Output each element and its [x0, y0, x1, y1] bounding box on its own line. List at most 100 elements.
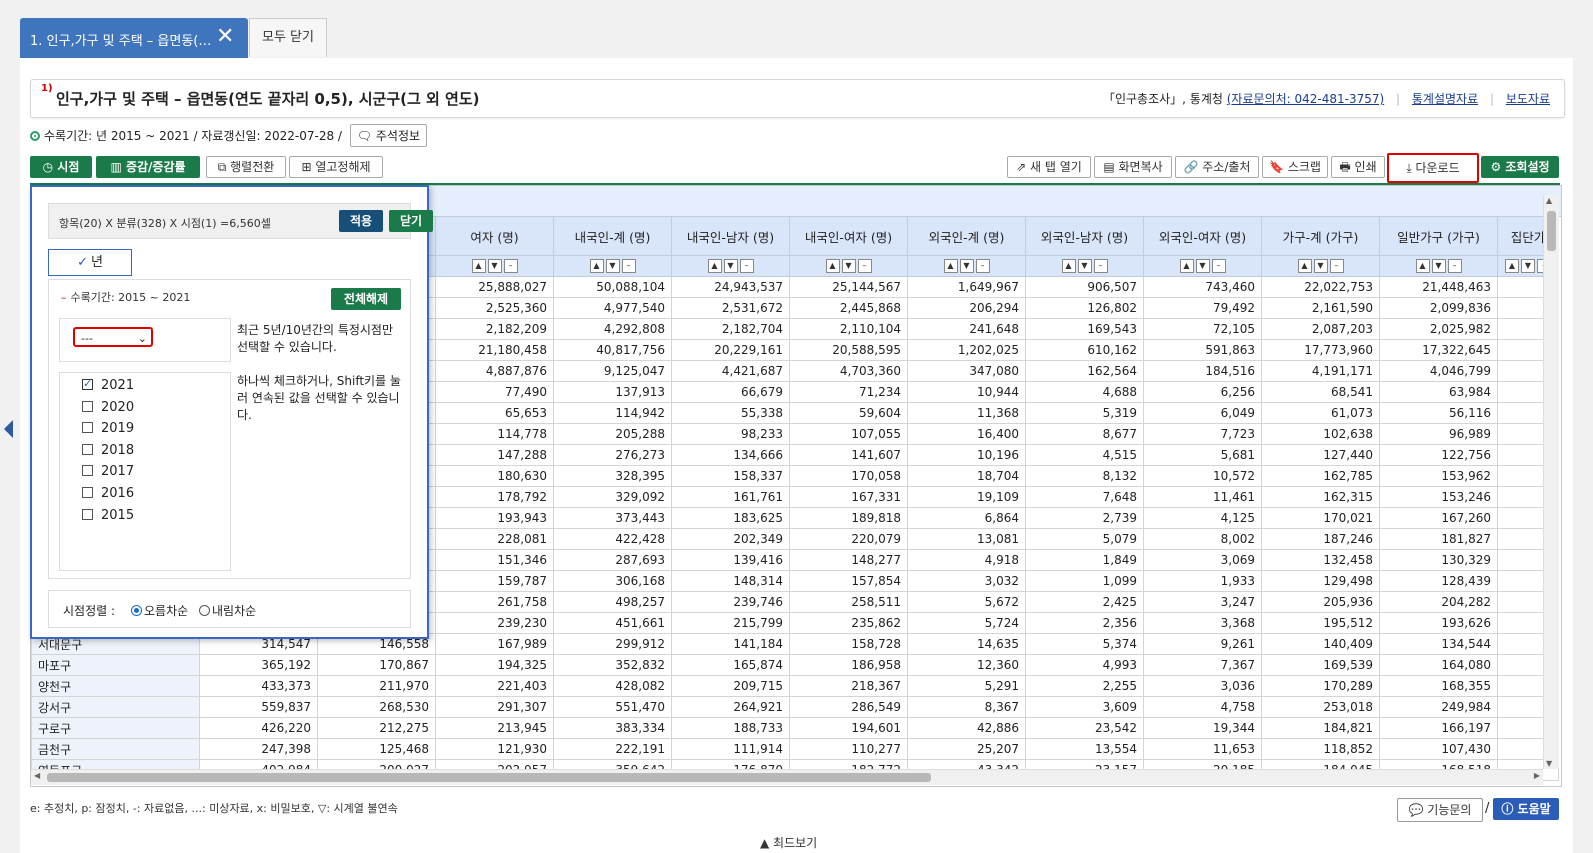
- sort-descending-option[interactable]: 내림차순: [199, 602, 256, 619]
- note-button[interactable]: 🗨 주석정보: [349, 124, 428, 147]
- scroll-right-icon[interactable]: ▶: [1534, 771, 1540, 780]
- sort-desc-icon[interactable]: ▼: [1313, 259, 1328, 274]
- scroll-up-icon[interactable]: ▲: [1546, 196, 1552, 205]
- filter-icon[interactable]: –: [1093, 259, 1108, 274]
- filter-icon[interactable]: –: [621, 259, 636, 274]
- table-cell: 228,081: [435, 528, 554, 550]
- table-row: 강서구 559,837 268,530 291,307 551,470 264,921 28…: [31, 696, 1559, 718]
- sort-asc-icon[interactable]: ▲: [825, 259, 840, 274]
- filter-icon[interactable]: –: [739, 259, 754, 274]
- time-button[interactable]: ◷ 시점: [30, 156, 92, 178]
- radio-icon[interactable]: [199, 605, 210, 616]
- filter-icon[interactable]: –: [503, 259, 518, 274]
- horizontal-scrollbar[interactable]: ◀ ▶: [31, 769, 1543, 785]
- sort-controls: ▲▼–: [1379, 255, 1498, 277]
- footer-separator: /: [1485, 801, 1490, 816]
- clear-all-button[interactable]: 전체해제: [331, 288, 401, 310]
- scrap-button[interactable]: 🔖 스크랩: [1262, 156, 1328, 178]
- checkbox-icon[interactable]: [82, 400, 93, 412]
- screenshot-button[interactable]: ▤ 화면복사: [1094, 156, 1172, 178]
- sort-asc-icon[interactable]: ▲: [589, 259, 604, 274]
- popup-close-button[interactable]: 닫기: [389, 210, 433, 232]
- checkbox-icon[interactable]: [82, 508, 93, 520]
- column-header[interactable]: 일반가구 (가구): [1379, 216, 1498, 256]
- sort-asc-icon[interactable]: ▲: [1061, 259, 1076, 274]
- column-header[interactable]: 외국인-계 (명): [907, 216, 1026, 256]
- checkbox-icon[interactable]: [82, 422, 93, 434]
- contact-link[interactable]: (자료문의처: 042-481-3757): [1227, 92, 1384, 106]
- apply-button[interactable]: 적용: [339, 210, 383, 232]
- year-option[interactable]: 2018: [82, 443, 134, 458]
- sort-asc-icon[interactable]: ▲: [1297, 259, 1312, 274]
- stats-desc-link[interactable]: 통계설명자료: [1412, 92, 1478, 106]
- column-header[interactable]: 여자 (명): [435, 216, 554, 256]
- column-header[interactable]: 내국인-계 (명): [553, 216, 672, 256]
- press-link[interactable]: 보도자료: [1506, 92, 1550, 106]
- download-button[interactable]: ⤓ 다운로드: [1387, 153, 1479, 183]
- table-cell: 4,515: [1025, 444, 1144, 466]
- filter-icon[interactable]: –: [975, 259, 990, 274]
- close-icon[interactable]: ✕: [216, 24, 234, 50]
- sort-desc-icon[interactable]: ▼: [487, 259, 502, 274]
- period-select[interactable]: --- ⌄: [73, 327, 153, 347]
- column-header[interactable]: 내국인-남자 (명): [671, 216, 790, 256]
- sort-asc-icon[interactable]: ▲: [1505, 259, 1519, 274]
- scroll-down-icon[interactable]: ▼: [1546, 759, 1552, 768]
- sort-asc-icon[interactable]: ▲: [1179, 259, 1194, 274]
- close-all-tabs-button[interactable]: 모두 닫기: [249, 18, 327, 57]
- change-rate-button[interactable]: ▥ 증감/증감률: [96, 156, 200, 178]
- year-option[interactable]: 2016: [82, 486, 134, 501]
- scroll-left-icon[interactable]: ◀: [34, 771, 40, 780]
- sort-desc-icon[interactable]: ▼: [959, 259, 974, 274]
- checkbox-icon[interactable]: [82, 465, 93, 477]
- sort-desc-icon[interactable]: ▼: [1077, 259, 1092, 274]
- print-button[interactable]: 🖶 인쇄: [1331, 156, 1385, 178]
- year-option[interactable]: 2021: [82, 377, 134, 393]
- period-select-value: ---: [81, 332, 93, 345]
- query-settings-button[interactable]: ⚙ 조회설정: [1481, 156, 1559, 178]
- vertical-scrollbar[interactable]: ▲ ▼: [1543, 195, 1559, 769]
- year-option[interactable]: 2017: [82, 464, 134, 479]
- sort-desc-icon[interactable]: ▼: [605, 259, 620, 274]
- table-cell: 2,531,672: [671, 297, 790, 319]
- sort-desc-icon[interactable]: ▼: [1431, 259, 1446, 274]
- sort-asc-icon[interactable]: ▲: [943, 259, 958, 274]
- column-header[interactable]: 외국인-여자 (명): [1143, 216, 1262, 256]
- column-header[interactable]: 외국인-남자 (명): [1025, 216, 1144, 256]
- feedback-button[interactable]: 💬 기능문의: [1397, 798, 1483, 822]
- year-option[interactable]: 2019: [82, 421, 134, 436]
- horizontal-scroll-thumb[interactable]: [47, 773, 931, 782]
- filter-icon[interactable]: –: [857, 259, 872, 274]
- checkbox-icon[interactable]: [82, 443, 93, 455]
- radio-selected-icon[interactable]: [131, 605, 142, 616]
- checkbox-icon[interactable]: [82, 487, 93, 498]
- unfix-column-button[interactable]: ⊞ 열고정해제: [289, 156, 383, 178]
- sort-desc-icon[interactable]: ▼: [1521, 259, 1535, 274]
- scroll-top-button[interactable]: ▲ 최​드보기: [760, 834, 817, 851]
- new-tab-button[interactable]: ⇗ 새 탭 열기: [1007, 156, 1091, 178]
- collapse-left-icon[interactable]: [4, 420, 13, 438]
- filter-icon[interactable]: –: [1211, 259, 1226, 274]
- sort-ascending-option[interactable]: 오름차순: [131, 602, 188, 619]
- address-source-button[interactable]: 🔗 주소/출처: [1175, 156, 1259, 178]
- sort-desc-icon[interactable]: ▼: [841, 259, 856, 274]
- table-cell: 3,368: [1143, 612, 1262, 634]
- year-option[interactable]: 2020: [82, 400, 134, 415]
- sort-desc-icon[interactable]: ▼: [723, 259, 738, 274]
- sort-asc-icon[interactable]: ▲: [471, 259, 486, 274]
- sort-asc-icon[interactable]: ▲: [707, 259, 722, 274]
- sort-asc-icon[interactable]: ▲: [1415, 259, 1430, 274]
- sort-desc-icon[interactable]: ▼: [1195, 259, 1210, 274]
- tab-year[interactable]: ✓ 년: [48, 249, 132, 276]
- tab-active[interactable]: 1. 인구,가구 및 주택 – 읍면동(… ✕: [20, 18, 248, 58]
- checkbox-icon[interactable]: [82, 377, 93, 390]
- vertical-scroll-thumb[interactable]: [1547, 211, 1556, 251]
- help-button[interactable]: ⓘ 도움말: [1493, 798, 1559, 820]
- year-option[interactable]: 2015: [82, 508, 134, 523]
- table-cell: 276,273: [553, 444, 672, 466]
- filter-icon[interactable]: –: [1447, 259, 1462, 274]
- column-header[interactable]: 가구-계 (가구): [1261, 216, 1380, 256]
- pivot-button[interactable]: ⧉ 행렬전환: [206, 156, 286, 178]
- filter-icon[interactable]: –: [1329, 259, 1344, 274]
- column-header[interactable]: 내국인-여자 (명): [789, 216, 908, 256]
